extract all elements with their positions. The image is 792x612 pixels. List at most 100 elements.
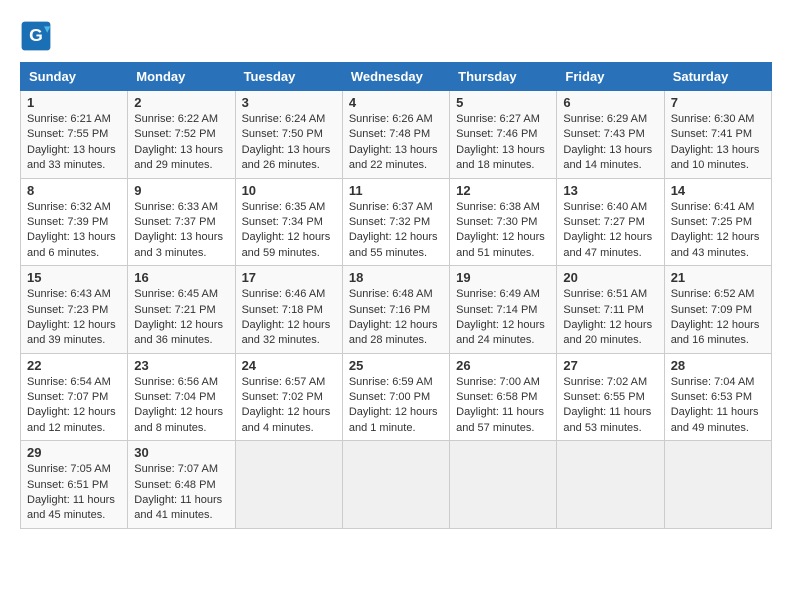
sunrise-label: Sunrise: 6:26 AM	[349, 113, 433, 125]
sunrise-label: Sunrise: 6:51 AM	[563, 288, 647, 300]
calendar-cell: 23 Sunrise: 6:56 AM Sunset: 7:04 PM Dayl…	[128, 353, 235, 441]
day-info: Sunrise: 6:38 AM Sunset: 7:30 PM Dayligh…	[456, 200, 550, 262]
calendar-body: 1 Sunrise: 6:21 AM Sunset: 7:55 PM Dayli…	[21, 91, 772, 529]
day-info: Sunrise: 6:29 AM Sunset: 7:43 PM Dayligh…	[563, 112, 657, 174]
sunset-label: Sunset: 7:07 PM	[27, 391, 108, 403]
sunset-label: Sunset: 7:46 PM	[456, 128, 537, 140]
day-number: 22	[27, 358, 121, 373]
day-number: 7	[671, 95, 765, 110]
calendar-cell: 30 Sunrise: 7:07 AM Sunset: 6:48 PM Dayl…	[128, 441, 235, 529]
daylight-label: Daylight: 12 hours and 4 minutes.	[242, 406, 331, 433]
daylight-label: Daylight: 11 hours and 57 minutes.	[456, 406, 544, 433]
sunset-label: Sunset: 7:27 PM	[563, 216, 644, 228]
day-info: Sunrise: 6:45 AM Sunset: 7:21 PM Dayligh…	[134, 287, 228, 349]
sunset-label: Sunset: 7:23 PM	[27, 304, 108, 316]
day-info: Sunrise: 7:07 AM Sunset: 6:48 PM Dayligh…	[134, 462, 228, 524]
sunset-label: Sunset: 6:51 PM	[27, 479, 108, 491]
calendar-week-row: 22 Sunrise: 6:54 AM Sunset: 7:07 PM Dayl…	[21, 353, 772, 441]
daylight-label: Daylight: 13 hours and 18 minutes.	[456, 144, 545, 171]
sunset-label: Sunset: 6:53 PM	[671, 391, 752, 403]
sunrise-label: Sunrise: 6:35 AM	[242, 201, 326, 213]
day-number: 29	[27, 445, 121, 460]
day-number: 16	[134, 270, 228, 285]
sunset-label: Sunset: 7:32 PM	[349, 216, 430, 228]
calendar-cell: 11 Sunrise: 6:37 AM Sunset: 7:32 PM Dayl…	[342, 178, 449, 266]
day-info: Sunrise: 7:00 AM Sunset: 6:58 PM Dayligh…	[456, 375, 550, 437]
calendar-cell: 13 Sunrise: 6:40 AM Sunset: 7:27 PM Dayl…	[557, 178, 664, 266]
calendar-cell: 15 Sunrise: 6:43 AM Sunset: 7:23 PM Dayl…	[21, 266, 128, 354]
sunrise-label: Sunrise: 6:43 AM	[27, 288, 111, 300]
sunrise-label: Sunrise: 6:30 AM	[671, 113, 755, 125]
day-info: Sunrise: 6:32 AM Sunset: 7:39 PM Dayligh…	[27, 200, 121, 262]
calendar-cell: 12 Sunrise: 6:38 AM Sunset: 7:30 PM Dayl…	[450, 178, 557, 266]
sunset-label: Sunset: 7:02 PM	[242, 391, 323, 403]
day-info: Sunrise: 6:26 AM Sunset: 7:48 PM Dayligh…	[349, 112, 443, 174]
sunrise-label: Sunrise: 6:45 AM	[134, 288, 218, 300]
sunrise-label: Sunrise: 7:04 AM	[671, 376, 755, 388]
sunrise-label: Sunrise: 6:37 AM	[349, 201, 433, 213]
calendar-cell: 27 Sunrise: 7:02 AM Sunset: 6:55 PM Dayl…	[557, 353, 664, 441]
calendar-cell: 5 Sunrise: 6:27 AM Sunset: 7:46 PM Dayli…	[450, 91, 557, 179]
day-number: 14	[671, 183, 765, 198]
sunset-label: Sunset: 6:55 PM	[563, 391, 644, 403]
sunset-label: Sunset: 7:39 PM	[27, 216, 108, 228]
sunrise-label: Sunrise: 7:02 AM	[563, 376, 647, 388]
sunset-label: Sunset: 7:30 PM	[456, 216, 537, 228]
day-info: Sunrise: 6:43 AM Sunset: 7:23 PM Dayligh…	[27, 287, 121, 349]
day-info: Sunrise: 6:52 AM Sunset: 7:09 PM Dayligh…	[671, 287, 765, 349]
day-info: Sunrise: 6:46 AM Sunset: 7:18 PM Dayligh…	[242, 287, 336, 349]
day-number: 8	[27, 183, 121, 198]
calendar-cell: 19 Sunrise: 6:49 AM Sunset: 7:14 PM Dayl…	[450, 266, 557, 354]
weekday-header-saturday: Saturday	[664, 63, 771, 91]
daylight-label: Daylight: 13 hours and 14 minutes.	[563, 144, 652, 171]
day-info: Sunrise: 6:48 AM Sunset: 7:16 PM Dayligh…	[349, 287, 443, 349]
day-number: 23	[134, 358, 228, 373]
daylight-label: Daylight: 13 hours and 3 minutes.	[134, 231, 223, 258]
calendar-cell: 4 Sunrise: 6:26 AM Sunset: 7:48 PM Dayli…	[342, 91, 449, 179]
sunset-label: Sunset: 7:52 PM	[134, 128, 215, 140]
sunset-label: Sunset: 7:34 PM	[242, 216, 323, 228]
day-number: 28	[671, 358, 765, 373]
sunset-label: Sunset: 7:16 PM	[349, 304, 430, 316]
day-info: Sunrise: 6:41 AM Sunset: 7:25 PM Dayligh…	[671, 200, 765, 262]
day-info: Sunrise: 6:27 AM Sunset: 7:46 PM Dayligh…	[456, 112, 550, 174]
sunset-label: Sunset: 7:09 PM	[671, 304, 752, 316]
weekday-header-tuesday: Tuesday	[235, 63, 342, 91]
sunset-label: Sunset: 7:50 PM	[242, 128, 323, 140]
sunrise-label: Sunrise: 6:54 AM	[27, 376, 111, 388]
logo: G	[20, 20, 56, 52]
daylight-label: Daylight: 13 hours and 33 minutes.	[27, 144, 116, 171]
calendar-cell: 24 Sunrise: 6:57 AM Sunset: 7:02 PM Dayl…	[235, 353, 342, 441]
sunrise-label: Sunrise: 7:05 AM	[27, 463, 111, 475]
weekday-header-thursday: Thursday	[450, 63, 557, 91]
calendar-week-row: 1 Sunrise: 6:21 AM Sunset: 7:55 PM Dayli…	[21, 91, 772, 179]
sunrise-label: Sunrise: 6:33 AM	[134, 201, 218, 213]
calendar-cell: 28 Sunrise: 7:04 AM Sunset: 6:53 PM Dayl…	[664, 353, 771, 441]
day-number: 5	[456, 95, 550, 110]
sunset-label: Sunset: 7:43 PM	[563, 128, 644, 140]
calendar-cell: 14 Sunrise: 6:41 AM Sunset: 7:25 PM Dayl…	[664, 178, 771, 266]
calendar-week-row: 15 Sunrise: 6:43 AM Sunset: 7:23 PM Dayl…	[21, 266, 772, 354]
sunset-label: Sunset: 6:58 PM	[456, 391, 537, 403]
daylight-label: Daylight: 12 hours and 47 minutes.	[563, 231, 652, 258]
sunset-label: Sunset: 7:00 PM	[349, 391, 430, 403]
sunrise-label: Sunrise: 6:52 AM	[671, 288, 755, 300]
calendar-cell: 18 Sunrise: 6:48 AM Sunset: 7:16 PM Dayl…	[342, 266, 449, 354]
daylight-label: Daylight: 12 hours and 28 minutes.	[349, 319, 438, 346]
sunrise-label: Sunrise: 6:59 AM	[349, 376, 433, 388]
calendar-cell: 21 Sunrise: 6:52 AM Sunset: 7:09 PM Dayl…	[664, 266, 771, 354]
day-info: Sunrise: 6:40 AM Sunset: 7:27 PM Dayligh…	[563, 200, 657, 262]
day-info: Sunrise: 6:21 AM Sunset: 7:55 PM Dayligh…	[27, 112, 121, 174]
day-info: Sunrise: 6:49 AM Sunset: 7:14 PM Dayligh…	[456, 287, 550, 349]
sunset-label: Sunset: 7:48 PM	[349, 128, 430, 140]
calendar-cell: 20 Sunrise: 6:51 AM Sunset: 7:11 PM Dayl…	[557, 266, 664, 354]
day-info: Sunrise: 6:56 AM Sunset: 7:04 PM Dayligh…	[134, 375, 228, 437]
day-info: Sunrise: 7:04 AM Sunset: 6:53 PM Dayligh…	[671, 375, 765, 437]
sunrise-label: Sunrise: 6:27 AM	[456, 113, 540, 125]
day-number: 4	[349, 95, 443, 110]
weekday-header-wednesday: Wednesday	[342, 63, 449, 91]
daylight-label: Daylight: 13 hours and 26 minutes.	[242, 144, 331, 171]
sunrise-label: Sunrise: 7:00 AM	[456, 376, 540, 388]
calendar-cell	[557, 441, 664, 529]
day-number: 12	[456, 183, 550, 198]
